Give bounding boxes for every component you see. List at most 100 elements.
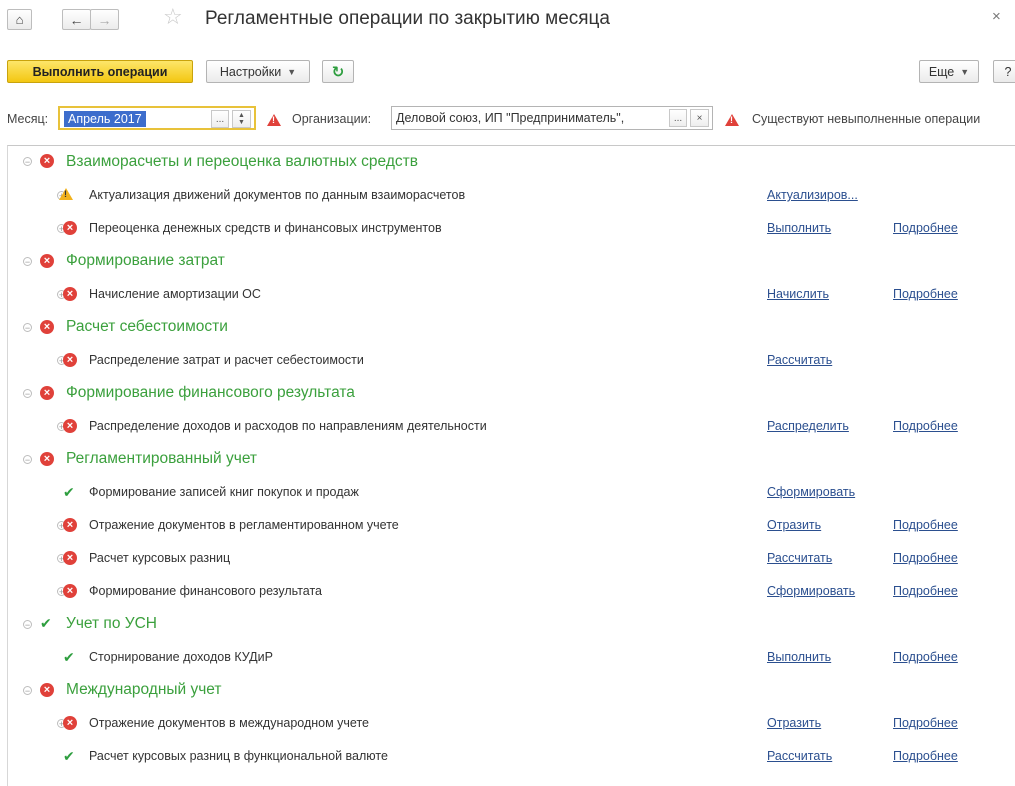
checkmark-icon: ✔ xyxy=(63,649,75,665)
operation-title: Сторнирование доходов КУДиР xyxy=(89,650,273,664)
error-icon: × xyxy=(40,386,54,400)
operation-title: Переоценка денежных средств и финансовых… xyxy=(89,221,442,235)
month-value: Апрель 2017 xyxy=(64,111,146,127)
help-label: ? xyxy=(1004,64,1012,79)
stepper-down-icon[interactable]: ▼ xyxy=(238,119,245,126)
operation-title: Актуализация движений документов по данн… xyxy=(89,188,466,202)
settings-button[interactable]: Настройки ▼ xyxy=(206,60,310,83)
error-icon: × xyxy=(63,551,77,565)
close-icon[interactable]: × xyxy=(992,8,1001,25)
collapse-icon[interactable]: − xyxy=(23,157,32,167)
checkmark-icon: ✔ xyxy=(63,484,75,500)
operation-action-link[interactable]: Рассчитать xyxy=(767,353,832,367)
forward-button[interactable]: → xyxy=(90,9,119,30)
operation-details-link[interactable]: Подробнее xyxy=(893,287,958,301)
month-stepper[interactable]: ▲ ▼ xyxy=(232,110,251,128)
organizations-select-button[interactable]: ... xyxy=(669,109,687,127)
error-icon: × xyxy=(40,254,54,268)
clear-icon[interactable]: × xyxy=(697,113,703,124)
run-operations-button[interactable]: Выполнить операции xyxy=(7,60,193,83)
month-warning-icon xyxy=(267,114,281,126)
collapse-icon[interactable]: − xyxy=(23,323,32,333)
error-icon: × xyxy=(63,353,77,367)
group-title[interactable]: Регламентированный учет xyxy=(66,450,257,468)
operation-action-link[interactable]: Актуализиров... xyxy=(767,188,858,202)
checkmark-icon: ✔ xyxy=(40,615,52,631)
operation-action-link[interactable]: Начислить xyxy=(767,287,829,301)
operation-action-link[interactable]: Распределить xyxy=(767,419,849,433)
operation-action-link[interactable]: Выполнить xyxy=(767,221,831,235)
warning-icon xyxy=(59,188,73,200)
month-field[interactable]: Апрель 2017 ... ▲ ▼ xyxy=(58,106,256,130)
settings-label: Настройки xyxy=(219,64,282,79)
operation-action-link[interactable]: Отразить xyxy=(767,716,821,730)
error-icon: × xyxy=(40,452,54,466)
operation-action-link[interactable]: Рассчитать xyxy=(767,749,832,763)
collapse-icon[interactable]: − xyxy=(23,620,32,630)
stepper-up-icon[interactable]: ▲ xyxy=(238,112,245,119)
operation-title: Отражение документов в регламентированно… xyxy=(89,518,399,532)
operation-details-link[interactable]: Подробнее xyxy=(893,518,958,532)
refresh-icon: ↻ xyxy=(331,63,345,81)
month-label: Месяц: xyxy=(7,112,49,126)
organizations-value: Деловой союз, ИП "Предприниматель", xyxy=(396,111,625,125)
error-icon: × xyxy=(63,584,77,598)
group-title[interactable]: Формирование затрат xyxy=(66,252,225,270)
error-icon: × xyxy=(40,683,54,697)
operation-details-link[interactable]: Подробнее xyxy=(893,650,958,664)
operation-title: Начисление амортизации ОС xyxy=(89,287,261,301)
operation-title: Распределение доходов и расходов по напр… xyxy=(89,419,487,433)
error-icon: × xyxy=(40,154,54,168)
collapse-icon[interactable]: − xyxy=(23,455,32,465)
favorite-star-icon[interactable]: ☆ xyxy=(163,4,183,30)
refresh-button[interactable]: ↻ xyxy=(322,60,354,83)
page-title: Регламентные операции по закрытию месяца xyxy=(205,8,610,29)
checkmark-icon: ✔ xyxy=(63,748,75,764)
operation-action-link[interactable]: Сформировать xyxy=(767,584,855,598)
home-button[interactable]: ⌂ xyxy=(7,9,32,30)
operation-details-link[interactable]: Подробнее xyxy=(893,551,958,565)
error-icon: × xyxy=(63,221,77,235)
group-title[interactable]: Взаиморасчеты и переоценка валютных сред… xyxy=(66,153,418,171)
more-button[interactable]: Еще ▼ xyxy=(919,60,979,83)
chevron-down-icon: ▼ xyxy=(960,66,970,77)
home-icon: ⌂ xyxy=(15,12,24,27)
operation-details-link[interactable]: Подробнее xyxy=(893,584,958,598)
error-icon: × xyxy=(63,419,77,433)
operation-title: Формирование финансового результата xyxy=(89,584,323,598)
help-button[interactable]: ? xyxy=(993,60,1015,83)
group-title[interactable]: Международный учет xyxy=(66,681,222,699)
organizations-field[interactable]: Деловой союз, ИП "Предприниматель", ... … xyxy=(391,106,713,130)
collapse-icon[interactable]: − xyxy=(23,389,32,399)
error-icon: × xyxy=(63,518,77,532)
group-title[interactable]: Расчет себестоимости xyxy=(66,318,228,336)
group-title[interactable]: Формирование финансового результата xyxy=(66,384,355,402)
back-button[interactable]: ← xyxy=(62,9,91,30)
operation-details-link[interactable]: Подробнее xyxy=(893,419,958,433)
operation-details-link[interactable]: Подробнее xyxy=(893,716,958,730)
chevron-down-icon: ▼ xyxy=(287,66,297,77)
operation-action-link[interactable]: Рассчитать xyxy=(767,551,832,565)
error-icon: × xyxy=(63,287,77,301)
run-operations-label: Выполнить операции xyxy=(32,64,168,79)
month-select-button[interactable]: ... xyxy=(211,110,229,128)
operation-action-link[interactable]: Выполнить xyxy=(767,650,831,664)
collapse-icon[interactable]: − xyxy=(23,686,32,696)
forward-arrow-icon: → xyxy=(97,11,112,28)
organizations-clear-button[interactable]: × xyxy=(690,109,709,127)
back-arrow-icon: ← xyxy=(69,11,84,28)
operation-title: Отражение документов в международном уче… xyxy=(89,716,369,730)
status-text: Существуют невыполненные операции xyxy=(752,112,981,126)
operation-details-link[interactable]: Подробнее xyxy=(893,749,958,763)
operation-action-link[interactable]: Отразить xyxy=(767,518,821,532)
group-title[interactable]: Учет по УСН xyxy=(66,615,157,633)
status-warning-icon xyxy=(725,114,739,126)
operation-title: Формирование записей книг покупок и прод… xyxy=(89,485,359,499)
more-label: Еще xyxy=(928,64,955,79)
collapse-icon[interactable]: − xyxy=(23,257,32,267)
operation-title: Расчет курсовых разниц в функциональной … xyxy=(89,749,388,763)
operation-action-link[interactable]: Сформировать xyxy=(767,485,855,499)
organizations-label: Организации: xyxy=(292,112,372,126)
operation-details-link[interactable]: Подробнее xyxy=(893,221,958,235)
error-icon: × xyxy=(63,716,77,730)
